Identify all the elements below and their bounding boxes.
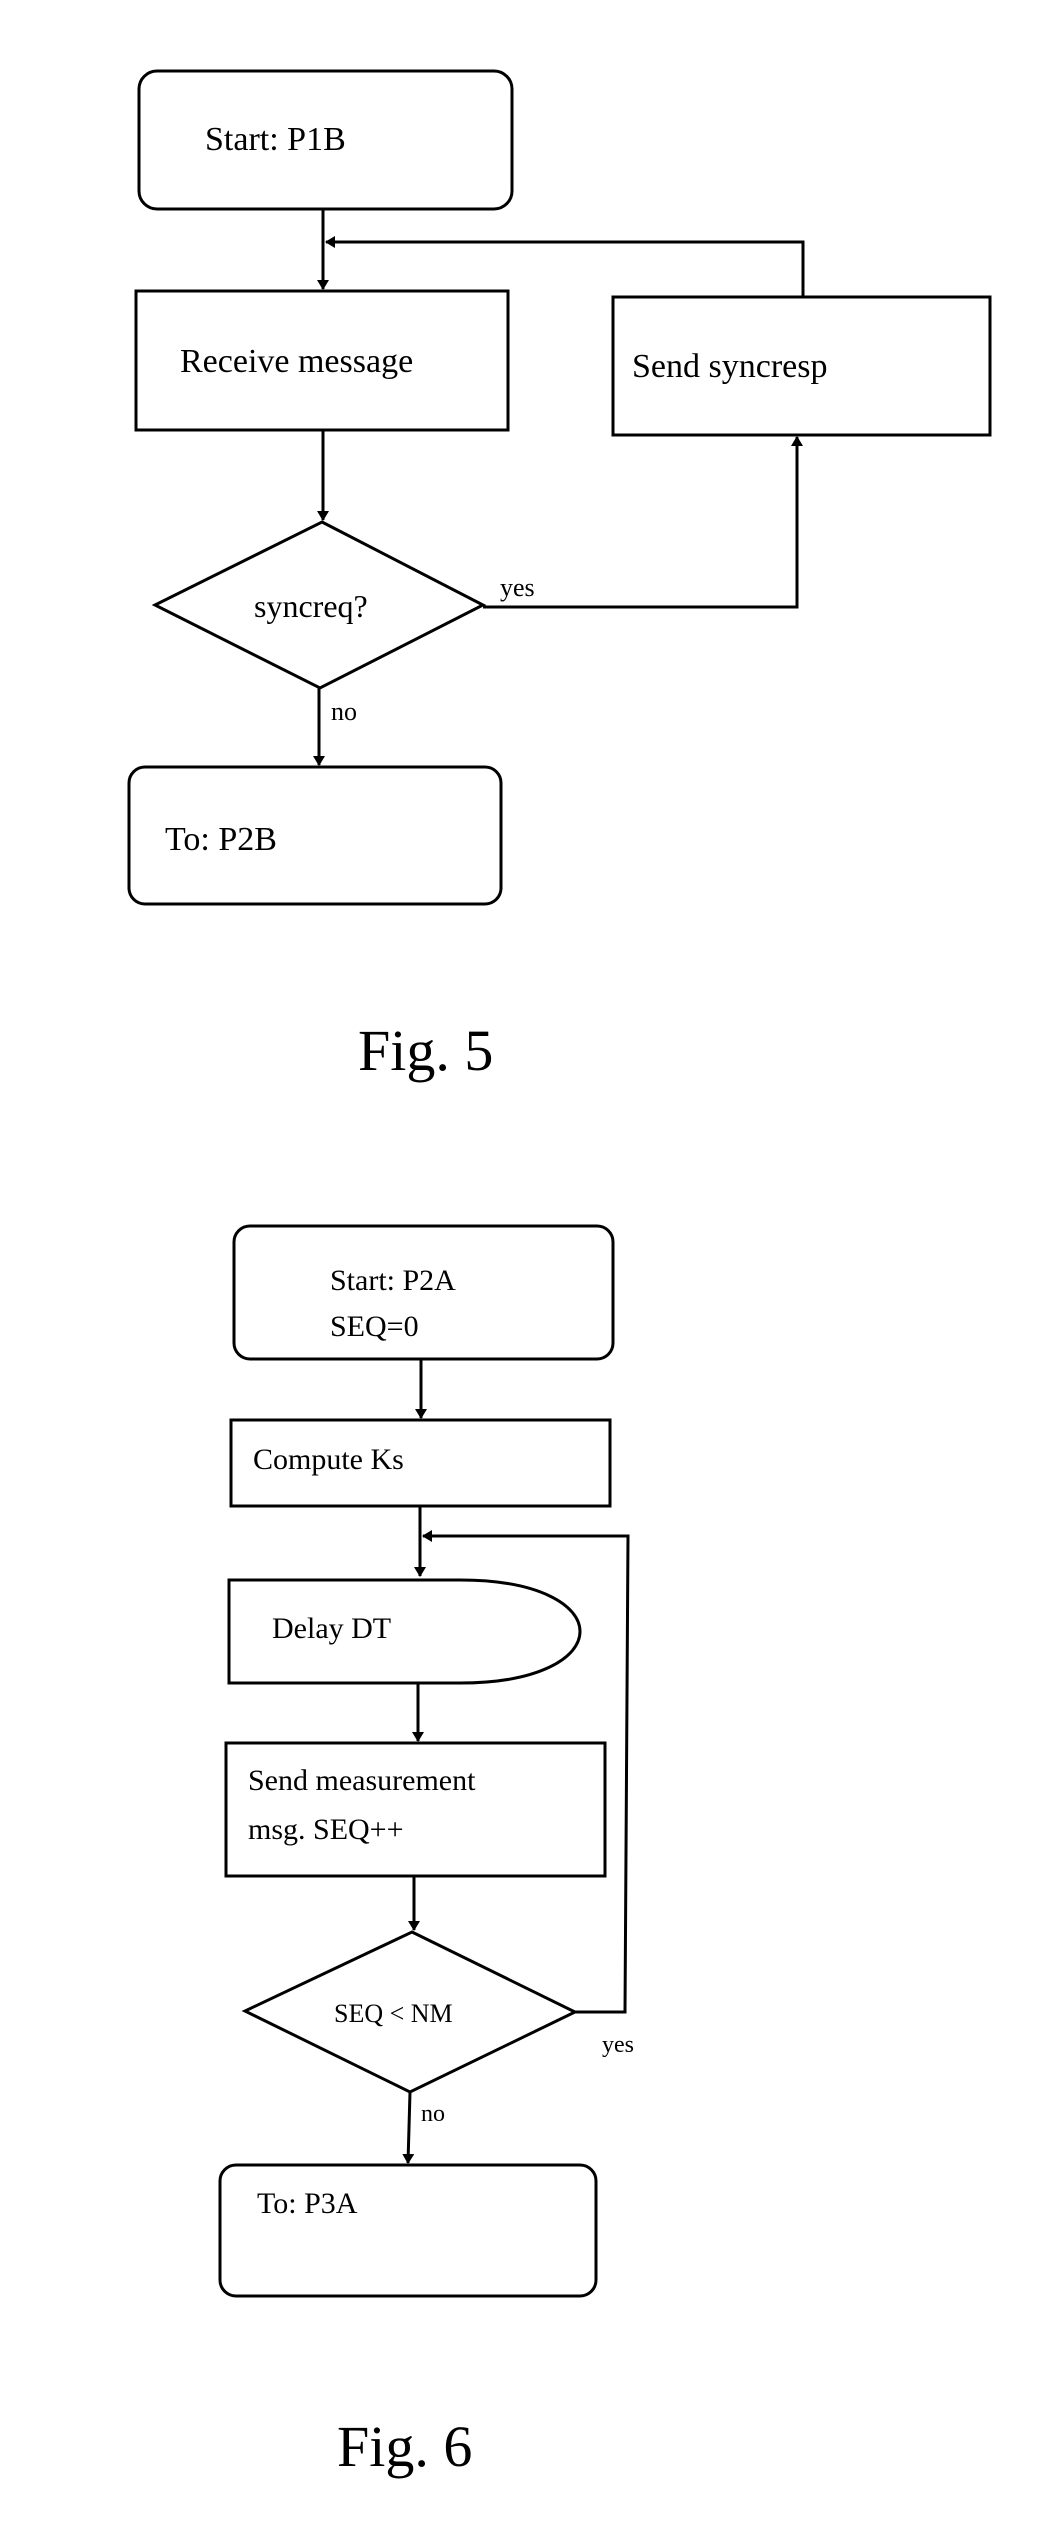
fig6-delay-node: Delay DT bbox=[227, 1578, 582, 1685]
figure-5: Start: P1B Receive message Send syncresp… bbox=[127, 69, 992, 1083]
fig6-compute-node: Compute Ks bbox=[229, 1418, 612, 1508]
fig6-decision-label: SEQ < NM bbox=[334, 1999, 453, 2028]
fig5-no-label: no bbox=[331, 697, 357, 726]
fig5-end-node: To: P2B bbox=[127, 765, 503, 906]
fig6-send-measurement-node: Send measurement msg. SEQ++ bbox=[224, 1741, 607, 1878]
fig5-receive-label: Receive message bbox=[180, 343, 413, 380]
fig6-start-label-line2: SEQ=0 bbox=[330, 1310, 419, 1343]
fig6-start-node: Start: P2A SEQ=0 bbox=[232, 1224, 615, 1361]
fig5-yes-label: yes bbox=[500, 573, 535, 602]
fig5-receive-node: Receive message bbox=[134, 289, 510, 432]
figure-6: Start: P2A SEQ=0 Compute Ks Delay DT Sen… bbox=[218, 1224, 634, 2479]
fig6-caption: Fig. 6 bbox=[337, 2414, 472, 2479]
fig5-arrow-syncresp-loopback bbox=[325, 236, 805, 297]
fig6-start-label-line1: Start: P2A bbox=[330, 1264, 456, 1297]
fig6-send-label-line2: msg. SEQ++ bbox=[248, 1813, 404, 1846]
patent-flowcharts: Start: P1B Receive message Send syncresp… bbox=[127, 69, 992, 2479]
fig6-yes-label: yes bbox=[602, 2032, 634, 2058]
fig5-caption: Fig. 5 bbox=[358, 1018, 493, 1083]
fig5-start-label: Start: P1B bbox=[205, 121, 346, 158]
fig5-decision-node: syncreq? bbox=[151, 520, 487, 690]
fig6-arrow-no bbox=[402, 2091, 415, 2164]
fig5-send-syncresp-node: Send syncresp bbox=[611, 295, 992, 437]
fig6-delay-label: Delay DT bbox=[272, 1612, 391, 1645]
fig5-decision-label: syncreq? bbox=[254, 588, 368, 624]
fig6-compute-label: Compute Ks bbox=[253, 1443, 404, 1476]
fig5-start-node: Start: P1B bbox=[137, 69, 514, 211]
fig6-no-label: no bbox=[421, 2101, 445, 2127]
fig6-decision-node: SEQ < NM bbox=[241, 1930, 579, 2094]
fig6-end-node: To: P3A bbox=[218, 2163, 598, 2298]
fig5-end-label: To: P2B bbox=[165, 821, 277, 858]
fig5-send-syncresp-label: Send syncresp bbox=[632, 348, 827, 385]
fig6-end-label: To: P3A bbox=[257, 2187, 358, 2220]
fig6-send-label-line1: Send measurement bbox=[248, 1764, 476, 1797]
